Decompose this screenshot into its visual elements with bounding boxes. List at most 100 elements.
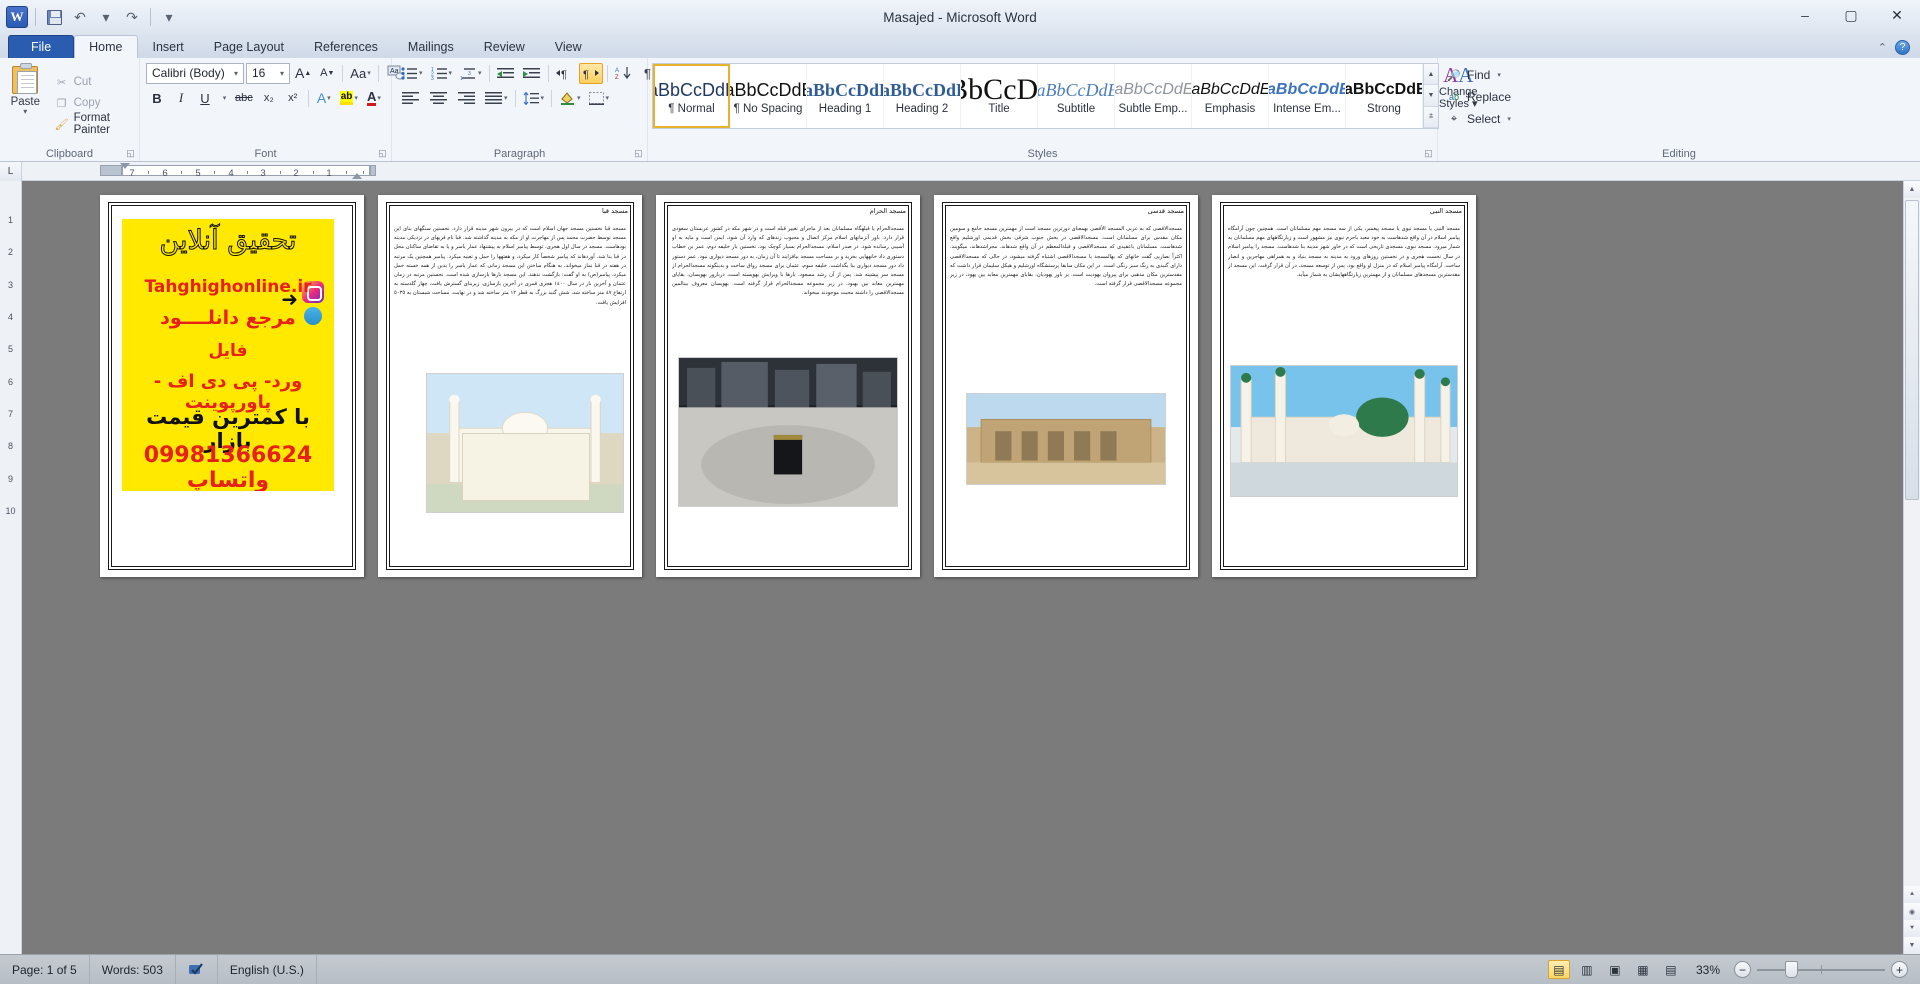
scrollbar-thumb[interactable]: [1905, 200, 1919, 500]
highlight-color-button[interactable]: ab ▾: [337, 88, 361, 109]
format-painter-button[interactable]: 🖌 Format Painter: [51, 112, 135, 136]
clipboard-dialog-launcher[interactable]: ◱: [125, 148, 136, 159]
subscript-button[interactable]: x₂: [258, 88, 280, 109]
shading-icon[interactable]: ▾: [556, 88, 584, 109]
decrease-indent-icon[interactable]: [494, 63, 518, 84]
vertical-ruler[interactable]: 1 2 3 4 5 6 7 8 9 10: [0, 181, 22, 954]
styles-dialog-launcher[interactable]: ◱: [1423, 148, 1434, 159]
font-family-combo[interactable]: Calibri (Body) ▾: [146, 62, 244, 84]
replace-button[interactable]: ab Replace: [1442, 87, 1516, 107]
document-page-5[interactable]: مسجد النبی مسجد النبی یا مسجد نبوی یا مس…: [1212, 195, 1476, 577]
ltr-text-direction-icon[interactable]: ¶: [553, 63, 577, 84]
rtl-text-direction-icon[interactable]: ¶: [578, 62, 603, 84]
style-subtle-emphasis[interactable]: AaBbCcDdEe Subtle Emp...: [1115, 64, 1192, 128]
style-strong[interactable]: AaBbCcDdEe Strong: [1346, 64, 1423, 128]
tab-file[interactable]: File: [8, 35, 75, 58]
language-indicator[interactable]: English (U.S.): [218, 955, 317, 984]
find-button[interactable]: 🔎 Find ▾: [1442, 65, 1516, 85]
styles-scroll-down-icon[interactable]: ▼: [1424, 85, 1438, 107]
view-print-layout-icon[interactable]: ▤: [1547, 960, 1570, 979]
vertical-scrollbar[interactable]: ▲ ⯅ ◉ ⯆ ▼: [1903, 181, 1920, 954]
grow-font-button[interactable]: A ▲: [292, 63, 314, 84]
text-effects-button[interactable]: A ▾: [313, 88, 335, 109]
cut-button[interactable]: ✂ Cut: [51, 73, 135, 92]
align-right-icon[interactable]: [454, 88, 480, 109]
style-heading-2[interactable]: AaBbCcDdEe Heading 2: [884, 64, 961, 128]
font-color-button[interactable]: A ▾: [363, 88, 385, 109]
document-canvas[interactable]: تحقیق آنلاین ➜ Tahghighonline.ir مرجع دا…: [22, 181, 1920, 954]
underline-button[interactable]: U: [194, 88, 216, 109]
save-icon[interactable]: [43, 6, 65, 28]
change-case-button[interactable]: Aa ▾: [347, 63, 373, 84]
chevron-down-icon[interactable]: ▾: [231, 69, 241, 78]
style-title[interactable]: AaBbCcDdEe Title: [961, 64, 1038, 128]
select-dropdown-icon[interactable]: ▾: [1507, 115, 1511, 123]
style-no-spacing[interactable]: AaBbCcDdEe ¶ No Spacing: [730, 64, 807, 128]
view-full-screen-reading-icon[interactable]: ▥: [1576, 960, 1598, 979]
style-subtitle[interactable]: AaBbCcDdEe Subtitle: [1038, 64, 1115, 128]
page-indicator[interactable]: Page: 1 of 5: [0, 955, 90, 984]
justify-icon[interactable]: ▾: [482, 88, 511, 109]
maximize-button[interactable]: ▢: [1828, 0, 1874, 30]
zoom-level[interactable]: 33%: [1688, 963, 1728, 977]
view-web-layout-icon[interactable]: ▣: [1604, 960, 1626, 979]
word-icon[interactable]: W: [6, 6, 28, 28]
proofing-status[interactable]: [176, 955, 218, 984]
italic-button[interactable]: I: [170, 88, 192, 109]
undo-icon[interactable]: ↶: [69, 6, 91, 28]
increase-indent-icon[interactable]: [520, 63, 544, 84]
scrollbar-track[interactable]: [1904, 198, 1920, 886]
style-emphasis[interactable]: AaBbCcDdEe Emphasis: [1192, 64, 1269, 128]
document-page-1[interactable]: تحقیق آنلاین ➜ Tahghighonline.ir مرجع دا…: [100, 195, 364, 577]
horizontal-ruler[interactable]: L 7 6 5 4 3 2 1: [0, 161, 1920, 181]
select-button[interactable]: ⌖ Select ▾: [1442, 109, 1516, 129]
bullets-icon[interactable]: ▾: [398, 63, 426, 84]
style-intense-emphasis[interactable]: AaBbCcDdEe Intense Em...: [1269, 64, 1346, 128]
tab-view[interactable]: View: [540, 35, 597, 58]
bold-button[interactable]: B: [146, 88, 168, 109]
right-indent-marker[interactable]: [352, 172, 362, 179]
scroll-up-icon[interactable]: ▲: [1904, 181, 1920, 198]
undo-dropdown-icon[interactable]: ▾: [95, 6, 117, 28]
style-normal[interactable]: AaBbCcDdEe ¶ Normal: [653, 64, 730, 128]
chevron-down-icon[interactable]: ▾: [277, 69, 287, 78]
previous-page-icon[interactable]: ⯅: [1904, 886, 1920, 903]
numbering-icon[interactable]: 123 ▾: [428, 63, 456, 84]
document-page-3[interactable]: مسجد الحرام مسجدالحرام یا قبلهگاه مسلمان…: [656, 195, 920, 577]
line-spacing-icon[interactable]: ▾: [520, 88, 548, 109]
help-icon[interactable]: ?: [1895, 40, 1910, 55]
tab-review[interactable]: Review: [469, 35, 540, 58]
view-outline-icon[interactable]: ▦: [1632, 960, 1654, 979]
paste-button[interactable]: Paste ▾: [4, 61, 47, 145]
find-dropdown-icon[interactable]: ▾: [1497, 71, 1501, 79]
styles-gallery[interactable]: AaBbCcDdEe ¶ Normal AaBbCcDdEe ¶ No Spac…: [652, 63, 1439, 129]
collapse-ribbon-icon[interactable]: ⌃: [1878, 41, 1887, 54]
superscript-button[interactable]: x²: [282, 88, 304, 109]
paste-dropdown-icon[interactable]: ▾: [23, 108, 27, 116]
tab-insert[interactable]: Insert: [138, 35, 199, 58]
shrink-font-button[interactable]: A ▼: [316, 63, 338, 84]
tab-home[interactable]: Home: [74, 35, 138, 58]
document-page-4[interactable]: مسجد قدسی مسجدالاقصی که به عربی المسجد ا…: [934, 195, 1198, 577]
redo-icon[interactable]: ↷: [121, 6, 143, 28]
strikethrough-button[interactable]: abc: [232, 88, 256, 109]
zoom-in-button[interactable]: +: [1891, 961, 1908, 978]
sort-icon[interactable]: AZ: [612, 63, 635, 84]
scroll-down-icon[interactable]: ▼: [1904, 937, 1920, 954]
word-count[interactable]: Words: 503: [90, 955, 176, 984]
next-page-icon[interactable]: ⯆: [1904, 920, 1920, 937]
style-heading-1[interactable]: AaBbCcDdEe Heading 1: [807, 64, 884, 128]
tab-stop-selector[interactable]: L: [0, 161, 22, 181]
styles-gallery-scrollbar[interactable]: ▲ ▼ ⩲: [1423, 64, 1438, 128]
copy-button[interactable]: ❐ Copy: [51, 94, 135, 113]
align-center-icon[interactable]: [426, 88, 452, 109]
paragraph-dialog-launcher[interactable]: ◱: [633, 148, 644, 159]
underline-dropdown-icon[interactable]: ▾: [218, 88, 230, 109]
styles-more-icon[interactable]: ⩲: [1424, 106, 1438, 128]
align-left-icon[interactable]: [398, 88, 424, 109]
select-browse-object-icon[interactable]: ◉: [1904, 903, 1920, 920]
font-dialog-launcher[interactable]: ◱: [377, 148, 388, 159]
tab-references[interactable]: References: [299, 35, 393, 58]
customize-qat-icon[interactable]: ▾: [158, 6, 180, 28]
close-button[interactable]: ✕: [1874, 0, 1920, 30]
